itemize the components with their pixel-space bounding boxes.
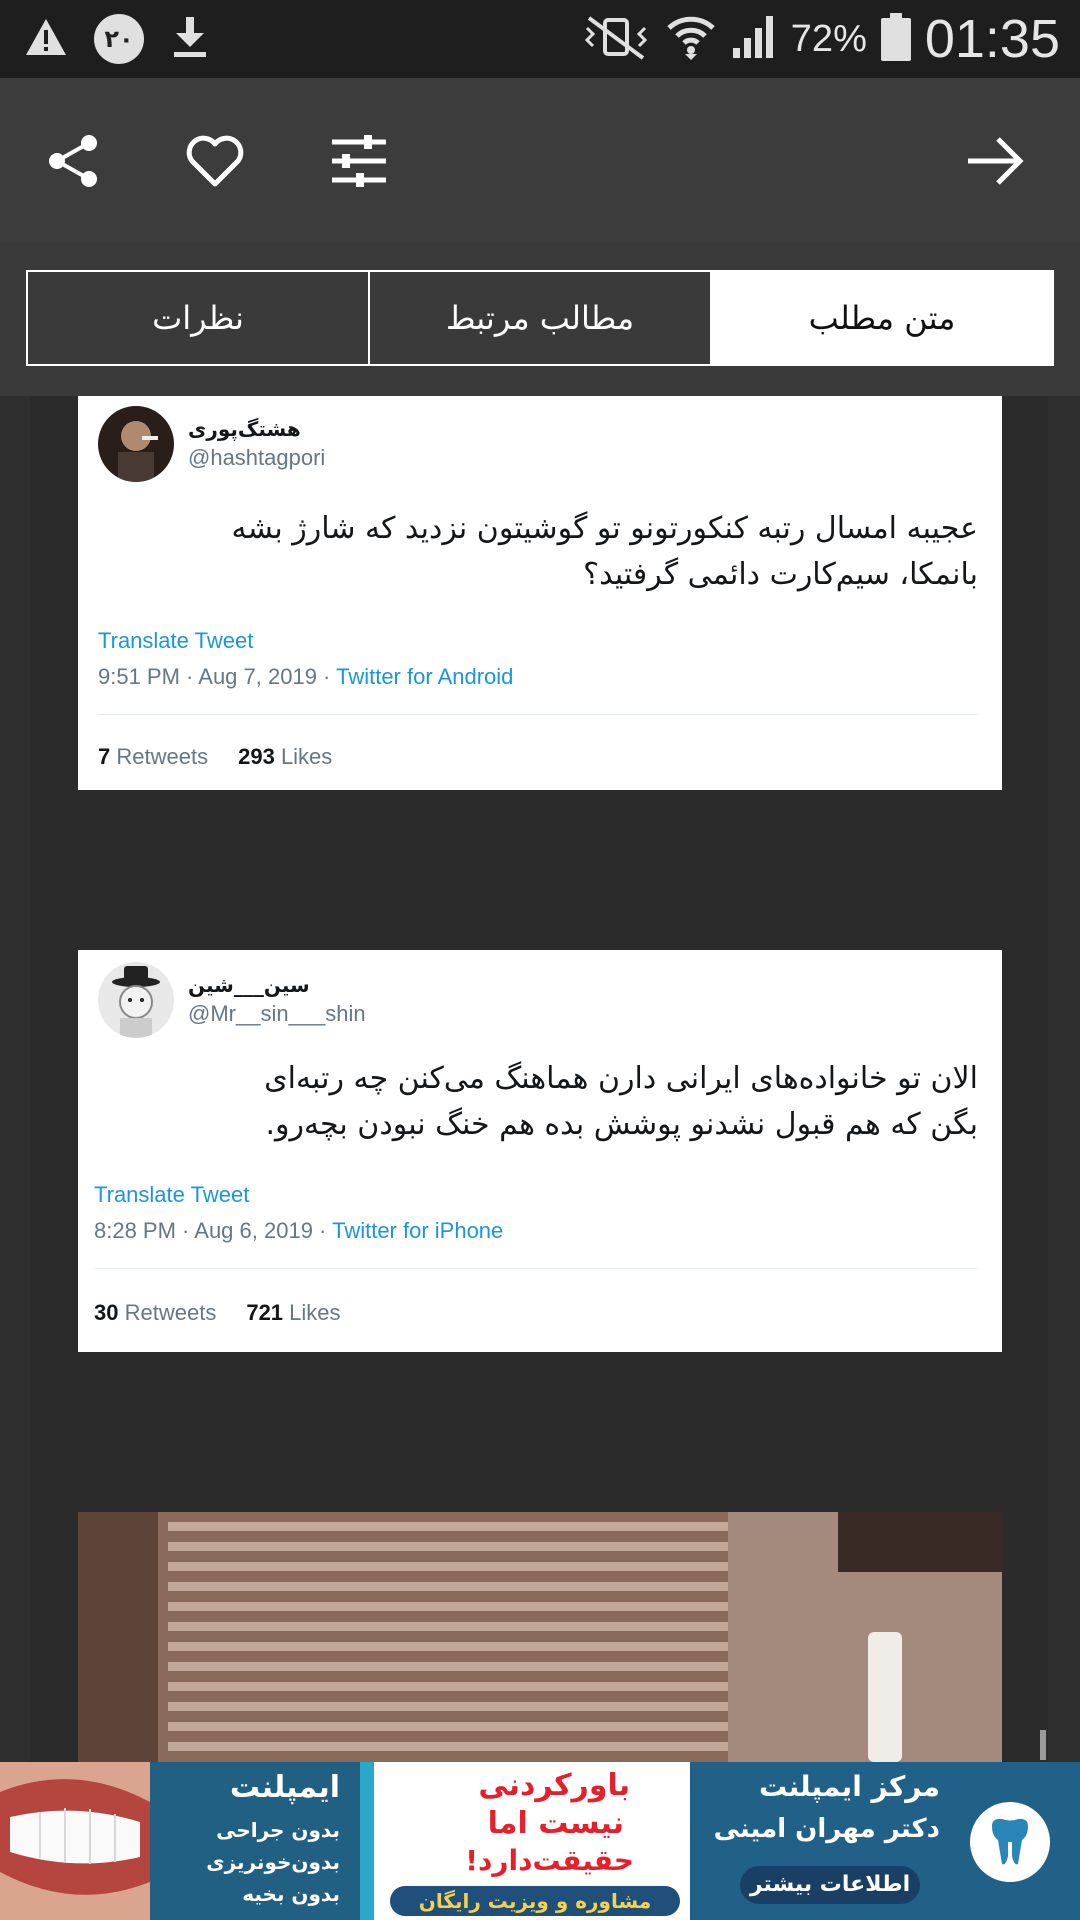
tweet-time: 9:51 PM · Aug 7, 2019 · <box>98 664 337 689</box>
signal-icon <box>731 14 777 64</box>
post-image <box>78 1512 1002 1762</box>
status-bar: ۲۰ 72% 01:35 <box>0 0 1080 78</box>
clock: 01:35 <box>924 9 1060 69</box>
tweet-source[interactable]: Twitter for Android <box>336 664 513 689</box>
ad-mid-line: حقیقت‌دارد! <box>465 1844 634 1877</box>
tweet-meta: 8:28 PM · Aug 6, 2019 · Twitter for iPho… <box>94 1218 503 1244</box>
tabs-bar: متن مطلب مطالب مرتبط نظرات <box>0 242 1080 396</box>
retweet-count: 7 <box>98 744 111 769</box>
tweet-card: هشتگ‌پوری @hashtagpori عجیبه امسال رتبه … <box>78 396 1002 790</box>
ad-mid-line: نیست اما <box>487 1806 624 1841</box>
tweet-meta: 9:51 PM · Aug 7, 2019 · Twitter for Andr… <box>98 664 513 690</box>
battery-icon <box>880 13 911 65</box>
divider <box>94 1268 978 1269</box>
tweet-source[interactable]: Twitter for iPhone <box>332 1218 503 1243</box>
tweet-stats: 30 Retweets 721 Likes <box>94 1300 341 1326</box>
battery-percent: 72% <box>790 17 867 60</box>
ad-middle-panel: باورکردنی نیست اما حقیقت‌دارد! مشاوره و … <box>360 1762 690 1920</box>
ad-left-panel: ایمپلنت بدون جراحی بدون‌خونریزی بدون بخی… <box>0 1762 360 1920</box>
ad-left-line: بدون بخیه <box>242 1882 340 1906</box>
ad-right-subtitle: دکتر مهران امینی <box>713 1814 940 1844</box>
toolbar <box>0 78 1080 242</box>
share-icon[interactable] <box>40 128 106 194</box>
notification-count-badge: ۲۰ <box>94 14 144 64</box>
like-count: 293 <box>238 744 275 769</box>
download-icon <box>170 15 210 63</box>
tab-comments[interactable]: نظرات <box>28 272 368 364</box>
wifi-icon <box>665 12 717 66</box>
tweet-text: الان تو خانواده‌های ایرانی دارن هماهنگ م… <box>98 1056 978 1148</box>
ad-right-title: مرکز ایمپلنت <box>758 1770 940 1803</box>
tweet-text-line: عجیبه امسال رتبه کنکورتونو تو گوشیتون نز… <box>231 511 978 546</box>
ad-more-info-button[interactable]: اطلاعات بیشتر <box>740 1866 920 1904</box>
tweet-author-handle: @hashtagpori <box>188 445 326 470</box>
ad-banner[interactable]: ایمپلنت بدون جراحی بدون‌خونریزی بدون بخی… <box>0 1762 1080 1920</box>
divider <box>98 714 978 715</box>
heart-icon[interactable] <box>182 128 248 194</box>
tab-group: متن مطلب مطالب مرتبط نظرات <box>26 270 1054 366</box>
translate-tweet-link[interactable]: Translate Tweet <box>98 628 253 654</box>
retweet-count: 30 <box>94 1300 119 1325</box>
avatar <box>98 962 174 1038</box>
tweet-card: سین___شین @Mr__sin___shin الان تو خانواد… <box>78 950 1002 1352</box>
avatar <box>98 406 174 482</box>
translate-tweet-link[interactable]: Translate Tweet <box>94 1182 249 1208</box>
tab-article-text[interactable]: متن مطلب <box>710 272 1052 364</box>
sliders-icon[interactable] <box>326 128 392 194</box>
retweets-label: Retweets <box>116 744 209 769</box>
ad-left-title: ایمپلنت <box>229 1770 340 1805</box>
smile-image <box>0 1762 150 1920</box>
tooth-logo-icon <box>970 1802 1050 1882</box>
scrollbar[interactable] <box>1040 1730 1046 1760</box>
tweet-text-line: الان تو خانواده‌های ایرانی دارن هماهنگ م… <box>264 1061 978 1096</box>
tab-related-posts[interactable]: مطالب مرتبط <box>368 272 710 364</box>
tweet-text-line: بگن که هم قبول نشدنو پوشش بده هم خنگ نبو… <box>265 1107 978 1142</box>
ad-free-consult-pill[interactable]: مشاوره و ویزیت رایگان <box>390 1886 680 1916</box>
ad-mid-line: باورکردنی <box>478 1768 630 1803</box>
tweet-time: 8:28 PM · Aug 6, 2019 · <box>94 1218 333 1243</box>
tweet-author-handle: @Mr__sin___shin <box>188 1001 366 1026</box>
ad-left-line: بدون‌خونریزی <box>206 1850 340 1874</box>
retweets-label: Retweets <box>124 1300 217 1325</box>
tweet-text: عجیبه امسال رتبه کنکورتونو تو گوشیتون نز… <box>98 506 978 598</box>
warning-icon <box>24 17 68 61</box>
tweet-author-name: هشتگ‌پوری <box>188 417 301 441</box>
tweet-text-line: بانمکا، سیم‌کارت دائمی گرفتید؟ <box>583 557 978 592</box>
ad-right-panel: مرکز ایمپلنت دکتر مهران امینی اطلاعات بی… <box>690 1762 1080 1920</box>
likes-label: Likes <box>289 1300 341 1325</box>
tweet-author-name: سین___شین <box>188 973 310 997</box>
like-count: 721 <box>246 1300 284 1325</box>
ad-left-line: بدون جراحی <box>216 1818 340 1842</box>
article-content[interactable]: هشتگ‌پوری @hashtagpori عجیبه امسال رتبه … <box>30 396 1048 1762</box>
likes-label: Likes <box>280 744 333 769</box>
vibrate-mute-icon <box>581 14 651 64</box>
arrow-right-icon[interactable] <box>962 128 1028 194</box>
tweet-stats: 7 Retweets 293 Likes <box>98 744 332 770</box>
